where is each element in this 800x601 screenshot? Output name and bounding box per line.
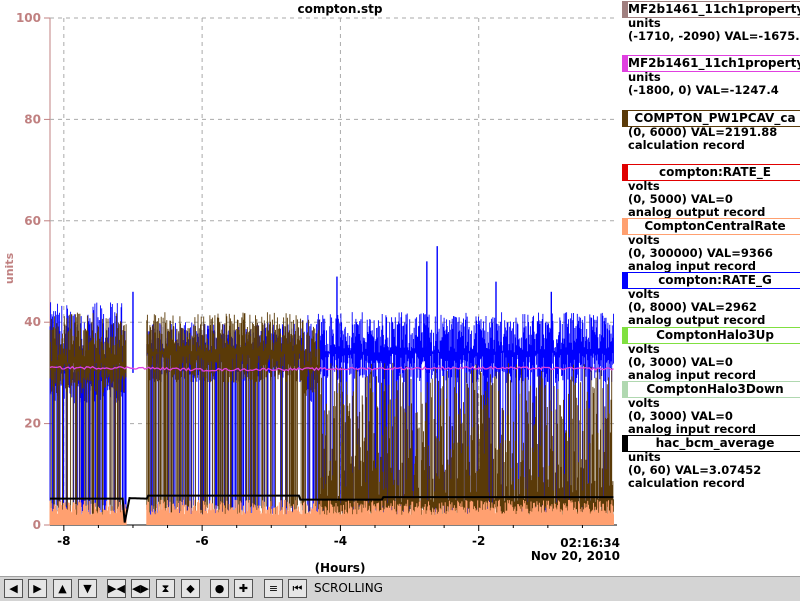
legend-detail: (-1710, -2090) VAL=-1675.5 (628, 29, 800, 43)
scrolling-status: SCROLLING (314, 581, 383, 595)
plus-icon: ✚ (238, 582, 249, 595)
right-arrow-icon: ▶ (33, 582, 42, 595)
legend-detail: (-1800, 0) VAL=-1247.4 (628, 83, 779, 98)
left-arrow-icon: ◀ (9, 582, 18, 595)
fit-icon: ≡ (268, 582, 279, 595)
legend-item[interactable]: MF2b1461_11ch1property.E units (-1800, 0) … (620, 54, 800, 108)
legend-detail: calculation record (628, 137, 745, 152)
zoom-in-horizontal-icon: ▶◀ (108, 582, 125, 595)
scroll-mode-button[interactable]: ⏮ (288, 579, 307, 598)
y-tick-label: 40 (24, 315, 41, 329)
up-arrow-icon: ▲ (58, 582, 67, 595)
y-tick-label: 0 (33, 518, 41, 532)
zoom-in-vertical-icon: ⧗ (161, 582, 170, 595)
plot-area[interactable]: 0 20 40 60 80 100 -8 -6 -4 -2 (0, 0, 620, 576)
legend-detail: calculation record (628, 476, 745, 491)
center-icon: ● (214, 582, 225, 595)
legend-item[interactable]: compton:RATE_E volts (0, 5000) VAL=0 analog… (620, 163, 800, 218)
legend-detail: (0, 3000) VAL=0 (628, 354, 733, 369)
zoom-in-vertical-button[interactable]: ⧗ (156, 579, 175, 598)
zoom-out-horizontal-button[interactable]: ◀▶ (131, 579, 150, 598)
zoom-out-vertical-button[interactable]: ◆ (181, 579, 200, 598)
fit-button[interactable]: ≡ (264, 579, 283, 598)
legend-detail: volts (628, 341, 660, 356)
y-tick-label: 100 (16, 11, 41, 25)
zoom-out-vertical-icon: ◆ (186, 582, 195, 595)
up-arrow-button[interactable]: ▲ (53, 579, 72, 598)
zoom-out-horizontal-icon: ◀▶ (132, 582, 149, 595)
right-arrow-button[interactable]: ▶ (28, 579, 47, 598)
down-arrow-icon: ▼ (83, 582, 92, 595)
toolbar: ◀ ▶ ▲ ▼ ▶◀ ◀▶ ⧗ ◆ ● ✚ ≡ ⏮ SCROLLING (0, 576, 800, 601)
down-arrow-button[interactable]: ▼ (78, 579, 97, 598)
center-button[interactable]: ● (210, 579, 229, 598)
legend-item[interactable]: ComptonCentralRate volts (0, 300000) VAL=9… (620, 217, 800, 273)
legend-item[interactable]: compton:RATE_G volts (0, 8000) VAL=2962 ana… (620, 271, 800, 327)
scroll-mode-icon: ⏮ (292, 582, 303, 595)
x-tick-label: -2 (472, 534, 485, 548)
legend-detail: (0, 5000) VAL=0 (628, 191, 733, 206)
x-tick-label: -8 (57, 534, 70, 548)
plus-button[interactable]: ✚ (234, 579, 253, 598)
legend-detail: (0, 6000) VAL=2191.88 (628, 124, 778, 139)
left-arrow-button[interactable]: ◀ (4, 579, 23, 598)
legend-detail: volts (628, 178, 660, 193)
y-tick-label: 20 (24, 417, 41, 431)
legend-item[interactable]: ComptonHalo3Up volts (0, 3000) VAL=0 analog… (620, 326, 800, 381)
x-tick-label: -4 (334, 534, 347, 548)
x-tick-label: -6 (195, 534, 208, 548)
y-tick-label: 60 (24, 214, 41, 228)
legend-item[interactable]: COMPTON_PW1PCAV_ca (0, 6000) VAL=2191.88 c… (620, 109, 800, 163)
legend-item[interactable]: MF2b1461_11ch1property.F units (-1710, -20… (620, 0, 800, 54)
y-tick-label: 80 (24, 112, 41, 126)
zoom-in-horizontal-button[interactable]: ▶◀ (107, 579, 126, 598)
legend: MF2b1461_11ch1property.F units (-1710, -20… (620, 0, 800, 491)
legend-item[interactable]: ComptonHalo3Down volts (0, 3000) VAL=0 anal… (620, 380, 800, 436)
legend-item[interactable]: hac_bcm_average units (0, 60) VAL=3.07452 c… (620, 434, 800, 491)
